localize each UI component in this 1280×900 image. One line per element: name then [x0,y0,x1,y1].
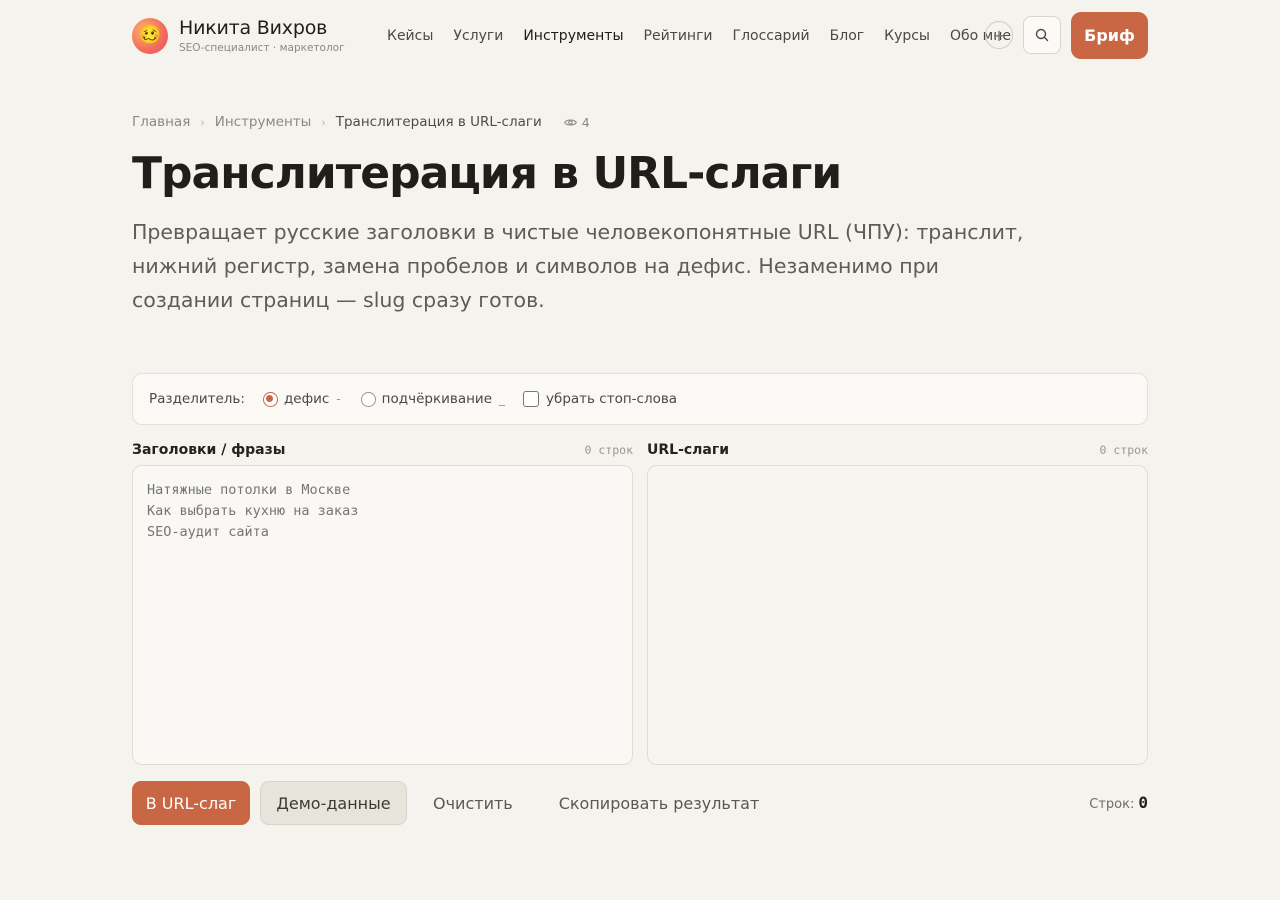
copy-result-button[interactable]: Скопировать результат [541,781,778,825]
options-panel: Разделитель: дефис - подчёркивание _ убр… [132,373,1148,425]
nav-item-tools[interactable]: Инструменты [523,28,623,44]
radio-hyphen-symbol: - [336,392,341,406]
search-button[interactable] [1023,16,1061,54]
nav-item-blog[interactable]: Блог [830,28,864,44]
radio-underscore-label: подчёркивание [381,391,493,407]
slugs-output[interactable] [647,465,1148,765]
nav-item-services[interactable]: Услуги [453,28,503,44]
output-line-count: 0 строк [1099,443,1148,457]
stopwords-label: убрать стоп-слова [546,391,678,407]
breadcrumb: Главная › Инструменты › Транслитерация в… [132,113,590,131]
demo-data-button[interactable]: Демо-данные [260,781,407,825]
input-line-count: 0 строк [584,443,633,457]
view-counter: 4 [563,114,590,130]
action-bar: В URL-слаг Демо-данные Очистить Скопиров… [132,781,787,825]
logo-text: Никита Вихров SEO-специалист · маркетоло… [179,17,345,55]
breadcrumb-separator: › [200,115,205,129]
output-panel-title: URL-слаги [647,442,730,458]
site-header: 🥴 Никита Вихров SEO-специалист · маркето… [132,12,1148,59]
radio-hyphen-label: дефис [283,391,330,407]
radio-underscore-control[interactable] [360,391,376,407]
nav-item-cases[interactable]: Кейсы [387,28,433,44]
nav-item-glossary[interactable]: Глоссарий [733,28,810,44]
logo[interactable]: 🥴 Никита Вихров SEO-специалист · маркето… [132,17,345,55]
input-panel-header: Заголовки / фразы 0 строк [132,440,633,460]
nav-item-courses[interactable]: Курсы [884,28,930,44]
main-nav: Кейсы Услуги Инструменты Рейтинги Глосса… [387,12,1031,59]
radio-hyphen[interactable]: дефис - [262,391,341,407]
stopwords-checkbox[interactable]: убрать стоп-слова [523,391,677,407]
site-owner-name: Никита Вихров [179,16,328,39]
plus-icon: + [992,25,1006,45]
row-counter-label: Строк: [1089,797,1135,812]
stopwords-checkbox-control[interactable] [523,391,540,407]
radio-hyphen-control[interactable] [262,391,278,407]
page-lead: Превращает русские заголовки в чистые че… [132,220,1024,312]
input-panel-title: Заголовки / фразы [132,442,286,458]
row-counter-value: 0 [1138,793,1148,812]
breadcrumb-current: Транслитерация в URL-слаги [335,114,542,130]
site-owner-subtitle: SEO-специалист · маркетолог [179,41,345,54]
breadcrumb-home[interactable]: Главная [132,114,190,130]
eye-icon [563,118,577,126]
breadcrumb-tools[interactable]: Инструменты [215,114,312,130]
output-panel-header: URL-слаги 0 строк [647,440,1148,460]
radio-underscore[interactable]: подчёркивание _ [360,391,506,407]
clear-button[interactable]: Очистить [415,781,531,825]
search-icon [1035,28,1049,42]
nav-item-ratings[interactable]: Рейтинги [644,28,713,44]
separator-label: Разделитель: [149,391,245,407]
breadcrumb-separator: › [321,115,326,129]
row-counter: Строк: 0 [1089,793,1148,812]
convert-button[interactable]: В URL-слаг [132,781,250,825]
nav-more-button[interactable]: + [985,21,1013,49]
radio-underscore-symbol: _ [499,392,506,406]
view-count: 4 [581,114,590,130]
brief-button[interactable]: Бриф [1071,12,1148,59]
avatar: 🥴 [132,17,168,54]
page-title: Транслитерация в URL-слаги [132,148,842,199]
headlines-input[interactable] [132,465,633,765]
